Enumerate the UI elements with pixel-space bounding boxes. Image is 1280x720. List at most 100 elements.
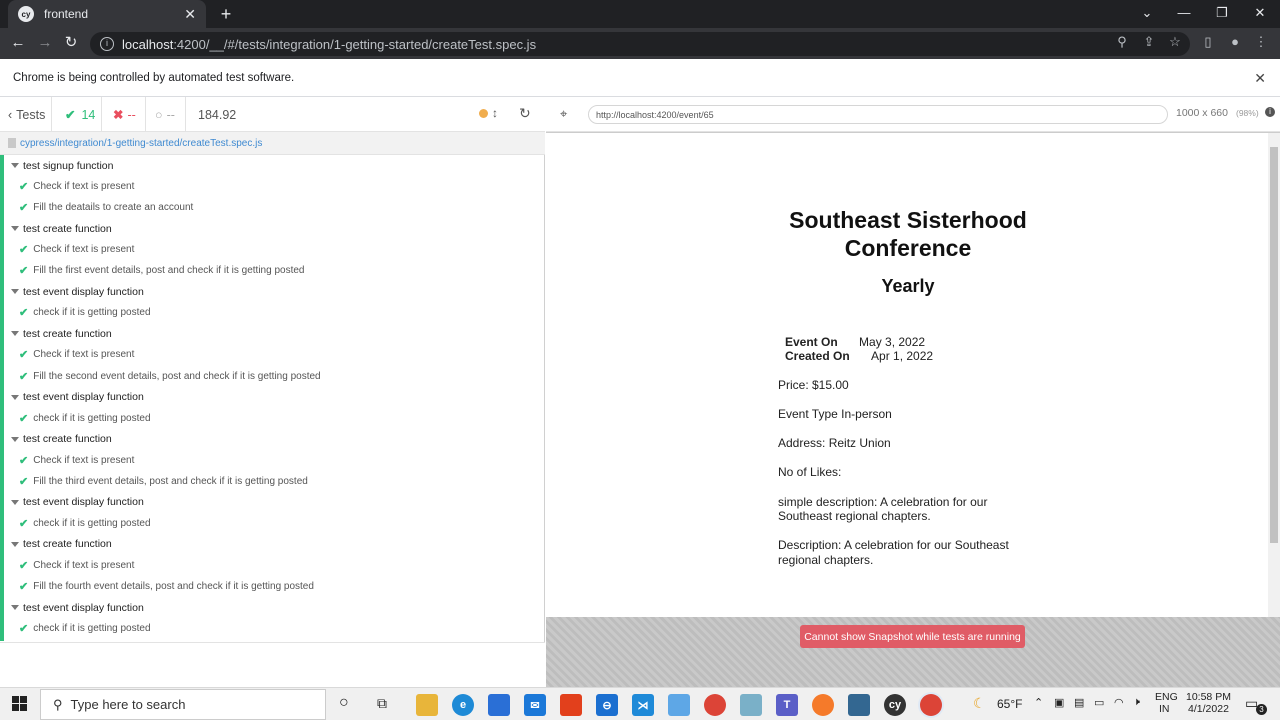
test-row[interactable]: ✔ Check if text is present <box>4 239 134 260</box>
profile-avatar-icon[interactable]: ● <box>1226 34 1244 49</box>
chrome-active-icon[interactable] <box>920 694 942 716</box>
test-title: Fill the first event details, post and c… <box>33 265 305 277</box>
back-arrow-icon[interactable]: ← <box>9 35 27 51</box>
passed-check-icon: ✔ <box>19 202 29 215</box>
app-icon[interactable]: ⊖ <box>596 694 618 716</box>
tray-chevron-icon[interactable]: ⌃ <box>1034 696 1043 709</box>
volume-muted-icon[interactable]: 🕨 <box>1133 696 1140 709</box>
aut-viewport: Southeast Sisterhood Conference Yearly E… <box>546 132 1280 618</box>
test-row[interactable]: ✔ Fill the first event details, post and … <box>4 260 304 281</box>
suite-row[interactable]: test create function <box>4 218 112 239</box>
file-explorer-icon[interactable] <box>416 694 438 716</box>
search-icon: ⚲ <box>53 696 63 712</box>
tray-icon-1[interactable]: ▣ <box>1054 696 1064 709</box>
test-row[interactable]: ✔ check if it is getting posted <box>4 408 151 429</box>
passed-check-icon: ✔ <box>19 623 29 636</box>
close-tab-icon[interactable]: ✕ <box>184 6 196 23</box>
spec-path-link[interactable]: cypress/integration/1-getting-started/cr… <box>20 138 262 149</box>
cortana-icon[interactable]: ○ <box>339 694 349 712</box>
task-view-icon[interactable]: ⧉ <box>377 695 387 712</box>
office-icon[interactable] <box>560 694 582 716</box>
test-row[interactable]: ✔ Fill the third event details, post and … <box>4 471 308 492</box>
auto-scroll-icon[interactable]: ↕ <box>492 106 498 120</box>
test-row[interactable]: ✔ Fill the fourth event details, post and… <box>4 576 314 597</box>
automation-infobar: Chrome is being controlled by automated … <box>0 59 1280 97</box>
suite-row[interactable]: test signup function <box>4 155 113 176</box>
test-title: Check if text is present <box>33 454 135 466</box>
windows-start-icon[interactable] <box>12 696 27 711</box>
battery-icon[interactable]: ▭ <box>1094 696 1104 709</box>
browser-tab[interactable]: cy frontend ✕ <box>8 0 206 28</box>
tests-back-button[interactable]: ‹ Tests <box>0 97 52 132</box>
tab-search-icon[interactable]: ⌄ <box>1137 5 1157 21</box>
address-bar[interactable]: i localhost :4200/__/#/tests/integration… <box>90 32 1190 56</box>
taskbar-search-box[interactable]: ⚲ Type here to search <box>40 689 326 720</box>
chrome-icon[interactable] <box>704 694 726 716</box>
teams-icon[interactable]: T <box>776 694 798 716</box>
passed-check-icon: ✔ <box>19 244 29 257</box>
test-row[interactable]: ✔ check if it is getting posted <box>4 302 151 323</box>
tray-icon-2[interactable]: ▤ <box>1074 696 1084 709</box>
suite-title: test create function <box>23 327 112 340</box>
maximize-icon[interactable]: ❐ <box>1212 5 1232 21</box>
suite-row[interactable]: test event display function <box>4 281 144 302</box>
zoom-icon[interactable]: ⚲ <box>1113 34 1131 50</box>
test-row[interactable]: ✔ Fill the second event details, post and… <box>4 366 321 387</box>
minimize-icon[interactable]: — <box>1174 5 1194 20</box>
vscode-icon[interactable]: ⋊ <box>632 694 654 716</box>
pending-count[interactable]: ○ -- <box>146 97 186 132</box>
test-title: Check if text is present <box>33 181 135 193</box>
test-row[interactable]: ✔ Check if text is present <box>4 176 134 197</box>
description-line-2: regional chapters. <box>778 553 874 567</box>
window-close-icon[interactable]: ✕ <box>1250 5 1270 21</box>
new-tab-button[interactable]: + <box>216 4 236 24</box>
restart-tests-icon[interactable]: ↻ <box>519 105 531 122</box>
weather-temp[interactable]: 65°F <box>997 697 1022 711</box>
snapshot-message: Cannot show Snapshot while tests are run… <box>800 625 1025 648</box>
aut-url-bar[interactable]: http://localhost:4200/event/65 <box>588 105 1168 124</box>
suite-row[interactable]: test create function <box>4 323 112 344</box>
test-row[interactable]: ✔ Check if text is present <box>4 555 134 576</box>
scrollbar-thumb[interactable] <box>1270 147 1278 543</box>
suite-row[interactable]: test event display function <box>4 387 144 408</box>
info-icon[interactable]: i <box>1265 107 1275 117</box>
app-icon-2[interactable] <box>740 694 762 716</box>
test-row[interactable]: ✔ Check if text is present <box>4 344 134 365</box>
failed-count[interactable]: ✖ -- <box>102 97 146 132</box>
suite-title: test create function <box>23 538 112 551</box>
test-row[interactable]: ✔ check if it is getting posted <box>4 513 151 534</box>
passed-count[interactable]: ✔ 14 <box>52 97 102 132</box>
suite-row[interactable]: test event display function <box>4 492 144 513</box>
forward-arrow-icon[interactable]: → <box>36 35 54 51</box>
menu-kebab-icon[interactable]: ⋮ <box>1252 34 1270 50</box>
suite-row[interactable]: test create function <box>4 534 112 555</box>
collapse-caret-icon <box>11 436 19 442</box>
selector-playground-icon[interactable]: ⌖ <box>560 106 567 122</box>
mail-icon[interactable]: ✉ <box>524 694 546 716</box>
test-row[interactable]: ✔ Check if text is present <box>4 450 134 471</box>
postgres-icon[interactable] <box>848 694 870 716</box>
language-indicator[interactable]: ENG IN <box>1155 691 1178 715</box>
wifi-icon[interactable]: ◠ <box>1114 696 1124 709</box>
edge-icon[interactable]: e <box>452 694 474 716</box>
close-infobar-icon[interactable]: ✕ <box>1254 70 1266 87</box>
reload-icon[interactable]: ↻ <box>62 35 80 51</box>
collapse-caret-icon <box>11 541 19 547</box>
test-row[interactable]: ✔ Fill the deatails to create an account <box>4 197 193 218</box>
photos-icon[interactable] <box>668 694 690 716</box>
suite-row[interactable]: test create function <box>4 429 112 450</box>
side-panel-icon[interactable]: ▯ <box>1199 34 1217 50</box>
tab-title: frontend <box>44 7 89 21</box>
suite-row[interactable]: test event display function <box>4 597 144 618</box>
postman-icon[interactable] <box>812 694 834 716</box>
clock[interactable]: 10:58 PM 4/1/2022 <box>1186 691 1231 715</box>
site-info-icon[interactable]: i <box>100 37 114 51</box>
share-icon[interactable]: ⇪ <box>1140 34 1158 50</box>
weather-moon-icon: ☾ <box>973 695 986 711</box>
store-icon[interactable] <box>488 694 510 716</box>
created-on-label: Created On <box>785 349 850 363</box>
test-row[interactable]: ✔ check if it is getting posted <box>4 618 151 639</box>
viewport-scrollbar[interactable] <box>1268 133 1280 618</box>
bookmark-star-icon[interactable]: ☆ <box>1166 34 1184 50</box>
cypress-app-icon[interactable]: cy <box>884 694 906 716</box>
